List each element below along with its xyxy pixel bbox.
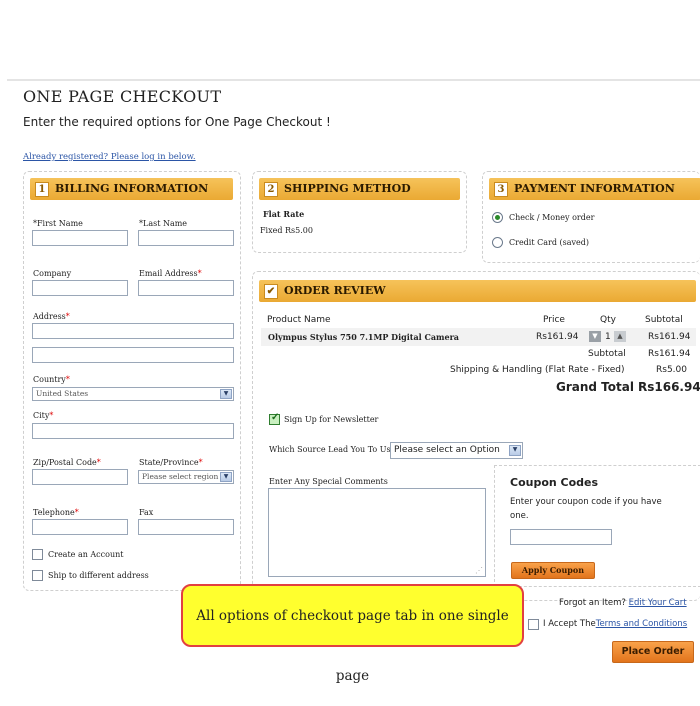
payment-check-label: Check / Money order — [509, 213, 595, 222]
city-label: City* — [33, 411, 54, 420]
city-field[interactable] — [32, 423, 234, 439]
step-number: 3 — [494, 182, 508, 197]
subtotal-label: Subtotal — [588, 349, 626, 359]
item-price: Rs161.94 — [536, 332, 579, 342]
comments-label: Enter Any Special Comments — [269, 477, 388, 486]
col-product-name: Product Name — [267, 315, 331, 325]
payment-section: 3 PAYMENT INFORMATION Check / Money orde… — [482, 171, 700, 263]
address-label: Address* — [33, 312, 70, 321]
coupon-code-input[interactable] — [510, 529, 612, 545]
payment-header-label: PAYMENT INFORMATION — [514, 182, 675, 195]
payment-card-label: Credit Card (saved) — [509, 238, 589, 247]
email-label: Email Address* — [139, 269, 202, 278]
source-label: Which Source Lead You To Us — [269, 445, 391, 454]
shipping-method-name: Flat Rate — [263, 209, 305, 219]
resize-grip-icon[interactable]: ⋰ — [475, 566, 483, 575]
newsletter-label: Sign Up for Newsletter — [284, 415, 379, 424]
source-value: Please select an Option — [394, 445, 500, 455]
item-subtotal: Rs161.94 — [648, 332, 691, 342]
state-value: Please select region — [142, 472, 219, 481]
coupon-box: Coupon Codes Enter your coupon code if y… — [494, 465, 700, 587]
ship-different-checkbox[interactable] — [32, 570, 43, 581]
col-subtotal: Subtotal — [645, 315, 683, 325]
checkmark-icon: ✔ — [264, 284, 278, 299]
chevron-down-icon: ▼ — [220, 389, 232, 399]
shipping-handling-value: Rs5.00 — [656, 365, 687, 375]
telephone-field[interactable] — [32, 519, 128, 535]
payment-check-radio[interactable] — [492, 212, 503, 223]
source-select[interactable]: Please select an Option ▼ — [390, 442, 523, 459]
first-name-label: *First Name — [33, 219, 83, 228]
company-label: Company — [33, 269, 72, 278]
edit-cart-link[interactable]: Edit Your Cart — [629, 598, 687, 608]
table-row: Olympus Stylus 750 7.1MP Digital Camera … — [261, 328, 696, 346]
ship-different-label: Ship to different address — [48, 571, 149, 580]
address-line2-field[interactable] — [32, 347, 234, 363]
state-select[interactable]: Please select region ▼ — [138, 470, 234, 484]
coupon-description: Enter your coupon code if you have one. — [510, 497, 662, 521]
grand-total-label: Grand Total — [556, 380, 634, 394]
shipping-header-label: SHIPPING METHOD — [284, 182, 411, 195]
review-header: ✔ ORDER REVIEW — [259, 280, 696, 302]
item-qty: 1 — [605, 332, 611, 342]
coupon-title: Coupon Codes — [510, 476, 599, 489]
create-account-checkbox[interactable] — [32, 549, 43, 560]
step-number: 1 — [35, 182, 49, 197]
payment-card-radio[interactable] — [492, 237, 503, 248]
chevron-down-icon: ▼ — [509, 445, 521, 456]
chevron-down-icon: ▼ — [220, 472, 232, 482]
annotation-callout: All options of checkout page tab in one … — [181, 584, 524, 684]
step-number: 2 — [264, 182, 278, 197]
login-link[interactable]: Already registered? Please log in below. — [23, 152, 196, 162]
shipping-handling-label: Shipping & Handling (Flat Rate - Fixed) — [450, 365, 625, 375]
country-value: United States — [36, 389, 89, 398]
qty-increase-button[interactable]: ▲ — [614, 331, 626, 342]
grand-total-value: Rs166.94 — [638, 380, 700, 394]
shipping-method-price: Fixed Rs5.00 — [260, 226, 313, 235]
forgot-item-text: Forgot an Item? Edit Your Cart — [559, 598, 687, 608]
newsletter-checkbox[interactable] — [269, 412, 280, 425]
state-label: State/Province* — [139, 458, 203, 467]
accept-terms-text: I Accept TheTerms and Conditions — [543, 619, 688, 629]
last-name-label: *Last Name — [139, 219, 188, 228]
comments-textarea[interactable]: ⋰ — [268, 488, 486, 577]
country-label: Country* — [33, 375, 70, 384]
item-name: Olympus Stylus 750 7.1MP Digital Camera — [268, 332, 459, 342]
review-header-label: ORDER REVIEW — [284, 284, 386, 297]
accept-terms-checkbox[interactable] — [528, 619, 539, 630]
zip-field[interactable] — [32, 469, 128, 485]
fax-field[interactable] — [138, 519, 234, 535]
zip-label: Zip/Postal Code* — [33, 458, 101, 467]
shipping-section: 2 SHIPPING METHOD Flat Rate Fixed Rs5.00 — [252, 171, 467, 253]
billing-section: 1 BILLING INFORMATION *First Name *Last … — [23, 171, 241, 591]
page-subtitle: Enter the required options for One Page … — [23, 115, 331, 129]
create-account-label: Create an Account — [48, 550, 124, 559]
shipping-header: 2 SHIPPING METHOD — [259, 178, 460, 200]
telephone-label: Telephone* — [33, 508, 79, 517]
email-field[interactable] — [138, 280, 234, 296]
place-order-button[interactable]: Place Order — [612, 641, 694, 663]
last-name-field[interactable] — [138, 230, 234, 246]
terms-link[interactable]: Terms and Conditions — [596, 619, 687, 629]
col-qty: Qty — [600, 315, 616, 325]
order-review-section: ✔ ORDER REVIEW Product Name Price Qty Su… — [252, 271, 700, 601]
fax-label: Fax — [139, 508, 154, 517]
page-title: ONE PAGE CHECKOUT — [23, 87, 222, 106]
billing-header-label: BILLING INFORMATION — [55, 182, 209, 195]
subtotal-value: Rs161.94 — [648, 349, 691, 359]
company-field[interactable] — [32, 280, 128, 296]
country-select[interactable]: United States ▼ — [32, 387, 234, 401]
billing-header: 1 BILLING INFORMATION — [30, 178, 233, 200]
col-price: Price — [543, 315, 565, 325]
qty-decrease-button[interactable]: ▼ — [589, 331, 601, 342]
apply-coupon-button[interactable]: Apply Coupon — [511, 562, 595, 579]
address-line1-field[interactable] — [32, 323, 234, 339]
first-name-field[interactable] — [32, 230, 128, 246]
payment-header: 3 PAYMENT INFORMATION — [489, 178, 700, 200]
